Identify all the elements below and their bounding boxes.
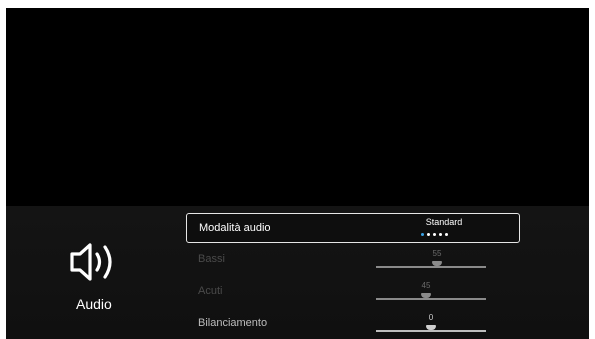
sound-mode-row[interactable]: Modalità audio Standard <box>186 213 520 243</box>
tv-screen: Audio Modalità audio Standard Bassi 55 A… <box>6 8 589 339</box>
balance-slider-track <box>376 330 486 332</box>
treble-label: Acuti <box>198 285 223 297</box>
balance-label: Bilanciamento <box>198 317 268 329</box>
option-dot <box>445 233 448 236</box>
balance-value: 0 <box>428 313 434 322</box>
treble-slider-track <box>376 298 486 300</box>
settings-panel: Audio Modalità audio Standard Bassi 55 A… <box>6 206 589 339</box>
bass-slider[interactable]: 55 <box>376 245 486 275</box>
option-dot <box>439 233 442 236</box>
treble-value: 45 <box>421 281 431 290</box>
category-title: Audio <box>76 296 112 312</box>
treble-row[interactable]: Acuti 45 <box>186 277 520 307</box>
treble-slider[interactable]: 45 <box>376 277 486 307</box>
bass-label: Bassi <box>198 253 225 265</box>
sound-mode-value: Standard <box>425 217 463 227</box>
speaker-icon <box>70 243 112 281</box>
bass-row[interactable]: Bassi 55 <box>186 245 520 275</box>
option-dot <box>433 233 436 236</box>
sound-mode-label: Modalità audio <box>199 222 271 234</box>
bass-slider-track <box>376 266 486 268</box>
option-dot <box>421 233 424 236</box>
balance-row[interactable]: Bilanciamento 0 <box>186 309 520 339</box>
sound-mode-option-dots <box>421 233 448 237</box>
option-dot <box>427 233 430 236</box>
bass-value: 55 <box>432 249 442 258</box>
balance-slider[interactable]: 0 <box>376 309 486 339</box>
